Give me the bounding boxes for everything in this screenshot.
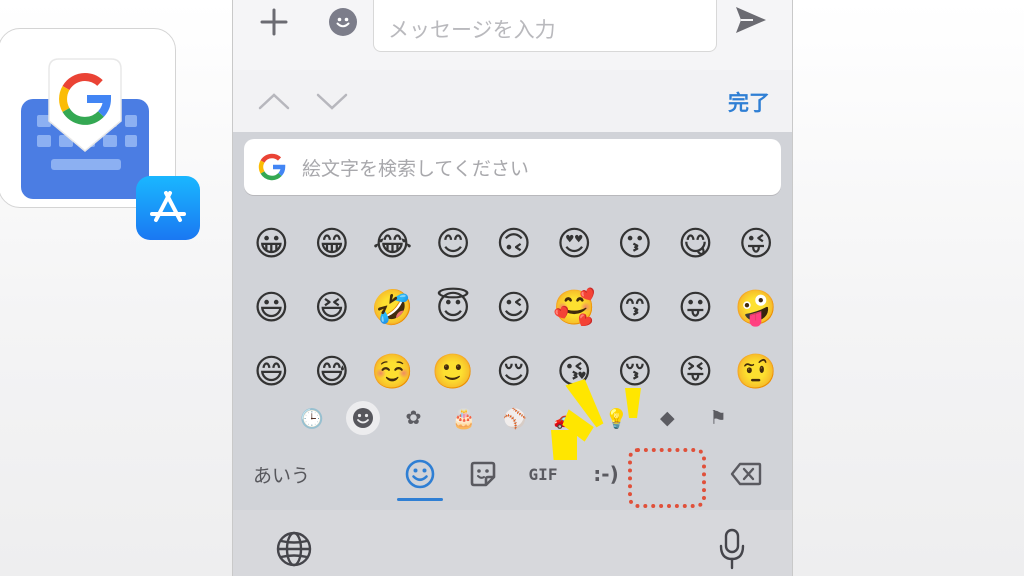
category-activities-icon[interactable]: ⚾ [498,401,532,435]
kana-mode-button[interactable]: あいう [253,461,310,488]
emoji-key[interactable]: 😉 [483,276,544,340]
sticker-mode-tab[interactable] [465,456,501,492]
emoji-key[interactable]: 🙃 [483,212,544,276]
emoji-search-field[interactable]: 絵文字を検索してください [244,139,781,195]
microphone-icon[interactable] [719,528,745,570]
emoji-mode-tab[interactable] [397,456,443,492]
backspace-button[interactable] [729,456,763,492]
emoji-key[interactable]: 😀 [241,212,302,276]
emoji-key[interactable]: 😁 [302,212,363,276]
emoji-key[interactable]: 😊 [423,212,484,276]
category-smileys-icon[interactable] [345,401,380,435]
message-compose-bar: メッセージを入力 [233,0,792,71]
emoji-grid: 😀 😁 😂 😊 🙃 😍 😗 😋 😜 😃 😆 🤣 😇 😉 🥰 😙 😛 🤪 😄 😅 ☺️ 🙂 😌 😘 😚 😝 🤨 [241,212,787,404]
emoji-search-placeholder: 絵文字を検索してください [302,157,529,180]
emoji-key[interactable]: 🙂 [423,340,484,404]
emoji-key[interactable]: 😝 [665,340,726,404]
emoji-key[interactable]: 🤨 [726,340,787,404]
emoji-key[interactable]: 😗 [605,212,666,276]
smiley-outline-icon [405,459,435,489]
smiley-icon[interactable] [329,8,357,36]
chevron-down-icon[interactable] [315,90,349,112]
emoji-category-bar: 🕒✿🎂⚾🚗💡◆⚑ [295,400,735,436]
emoji-key[interactable]: 🤪 [726,276,787,340]
emoji-key[interactable]: 😆 [302,276,363,340]
emoji-keyboard: 絵文字を検索してください 😀 😁 😂 😊 🙃 😍 😗 😋 😜 😃 😆 🤣 😇 😉 🥰 😙 😛 🤪 😄 😅 ☺️ 🙂 😌 😘 😚 😝… [233,132,792,576]
sticker-icon [470,461,496,487]
send-icon[interactable] [733,4,769,36]
gif-mode-tab[interactable]: GIF [523,456,563,492]
emoji-key[interactable]: 😛 [665,276,726,340]
emoji-key[interactable]: 😃 [241,276,302,340]
emoji-key[interactable]: 🥰 [544,276,605,340]
emoticon-mode-tab[interactable]: :-) [589,456,623,492]
phone-screen: メッセージを入力 完了 絵文字を検索してください 😀😁😂😊🙃😍😗😋😜� [232,0,793,576]
emoji-key[interactable]: ☺️ [362,340,423,404]
emoji-key[interactable]: 😄 [241,340,302,404]
chevron-up-icon[interactable] [257,90,291,112]
category-recent-icon[interactable]: 🕒 [295,401,329,435]
google-g-icon [258,153,286,181]
emoji-key[interactable]: 😅 [302,340,363,404]
highlight-annotation [628,448,706,508]
app-store-icon [150,191,186,222]
plus-icon[interactable] [257,4,291,38]
emoji-key[interactable]: 😜 [726,212,787,276]
emoji-key[interactable]: 😍 [544,212,605,276]
category-animals-icon[interactable]: ✿ [397,401,431,435]
active-tab-indicator [397,498,443,501]
message-input[interactable]: メッセージを入力 [373,0,717,52]
emoji-key[interactable]: 😂 [362,212,423,276]
keyboard-toolbar: 完了 [233,70,792,133]
backspace-icon [730,462,762,486]
emoji-key[interactable]: 🤣 [362,276,423,340]
keyboard-mode-row: あいう GIF :-) [233,450,792,504]
done-button[interactable]: 完了 [728,87,770,117]
globe-icon[interactable] [275,530,313,568]
keyboard-bottom-bar [233,510,792,576]
emoji-key[interactable]: 😌 [483,340,544,404]
category-food-icon[interactable]: 🎂 [447,401,481,435]
sparkle-ray [551,430,577,460]
category-symbols-icon[interactable]: ◆ [650,401,684,435]
app-store-badge [136,176,200,240]
emoji-key[interactable]: 😇 [423,276,484,340]
emoji-key[interactable]: 😋 [665,212,726,276]
emoji-key[interactable]: 😙 [605,276,666,340]
category-flags-icon[interactable]: ⚑ [701,401,735,435]
